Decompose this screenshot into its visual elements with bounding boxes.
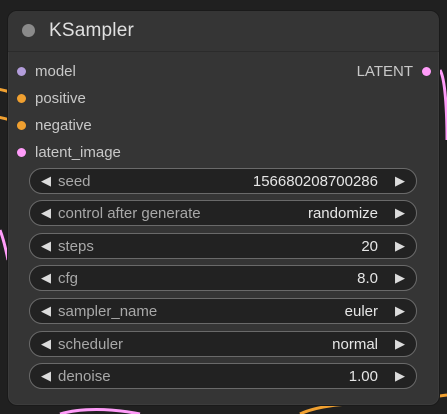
widget-sampler-name[interactable]: ◀ sampler_name euler ▶	[29, 298, 417, 324]
widget-label: control after generate	[58, 204, 201, 222]
input-slot-label: latent_image	[35, 143, 121, 161]
increment-arrow-icon[interactable]: ▶	[388, 201, 412, 225]
input-slot-latent-image[interactable]: latent_image	[17, 141, 121, 163]
widget-scheduler[interactable]: ◀ scheduler normal ▶	[29, 331, 417, 357]
widget-label: denoise	[58, 367, 111, 385]
decrement-arrow-icon[interactable]: ◀	[34, 364, 58, 388]
decrement-arrow-icon[interactable]: ◀	[34, 201, 58, 225]
decrement-arrow-icon[interactable]: ◀	[34, 234, 58, 258]
increment-arrow-icon[interactable]: ▶	[388, 299, 412, 323]
widget-value[interactable]: 1.00	[349, 368, 388, 385]
increment-arrow-icon[interactable]: ▶	[388, 234, 412, 258]
node-title-bar[interactable]: KSampler	[8, 11, 439, 52]
widget-label: scheduler	[58, 335, 124, 353]
decrement-arrow-icon[interactable]: ◀	[34, 266, 58, 290]
increment-arrow-icon[interactable]: ▶	[388, 332, 412, 356]
decrement-arrow-icon[interactable]: ◀	[34, 332, 58, 356]
widget-label: seed	[58, 172, 91, 190]
output-slot-label: LATENT	[356, 62, 413, 80]
decrement-arrow-icon[interactable]: ◀	[34, 169, 58, 193]
latent-image-slot-dot-icon[interactable]	[17, 147, 26, 157]
widget-value[interactable]: normal	[332, 336, 388, 353]
decrement-arrow-icon[interactable]: ◀	[34, 299, 58, 323]
widget-seed[interactable]: ◀ seed 156680208700286 ▶	[29, 168, 417, 194]
latent-output-dot-icon[interactable]	[422, 66, 431, 76]
ksampler-node[interactable]: KSampler model positive negative latent_…	[7, 10, 440, 406]
latent-out-wire	[438, 69, 447, 141]
increment-arrow-icon[interactable]: ▶	[388, 169, 412, 193]
widget-value[interactable]: euler	[345, 303, 388, 320]
positive-slot-dot-icon[interactable]	[17, 93, 26, 103]
input-slot-label: negative	[35, 116, 92, 134]
increment-arrow-icon[interactable]: ▶	[388, 266, 412, 290]
widget-label: sampler_name	[58, 302, 158, 320]
increment-arrow-icon[interactable]: ▶	[388, 364, 412, 388]
widget-cfg[interactable]: ◀ cfg 8.0 ▶	[29, 265, 417, 291]
widget-value[interactable]: 156680208700286	[253, 173, 388, 190]
model-slot-dot-icon[interactable]	[17, 66, 26, 76]
graph-canvas[interactable]: KSampler model positive negative latent_…	[0, 0, 447, 414]
widget-label: cfg	[58, 269, 79, 287]
input-slot-label: positive	[35, 89, 86, 107]
widget-value[interactable]: 8.0	[357, 270, 388, 287]
input-slot-positive[interactable]: positive	[17, 87, 86, 109]
widget-label: steps	[58, 237, 94, 255]
negative-slot-dot-icon[interactable]	[17, 120, 26, 130]
widget-denoise[interactable]: ◀ denoise 1.00 ▶	[29, 363, 417, 389]
widget-value[interactable]: 20	[361, 238, 388, 255]
output-slot-latent[interactable]: LATENT	[357, 60, 431, 82]
widget-steps[interactable]: ◀ steps 20 ▶	[29, 233, 417, 259]
input-slot-label: model	[35, 62, 76, 80]
input-slot-negative[interactable]: negative	[17, 114, 92, 136]
widget-control-after-generate[interactable]: ◀ control after generate randomize ▶	[29, 200, 417, 226]
widget-value[interactable]: randomize	[308, 205, 388, 222]
collapse-dot-icon[interactable]	[22, 24, 35, 37]
input-slot-model[interactable]: model	[17, 60, 76, 82]
node-title: KSampler	[49, 20, 135, 41]
background-wire-bottom-left	[59, 408, 141, 414]
